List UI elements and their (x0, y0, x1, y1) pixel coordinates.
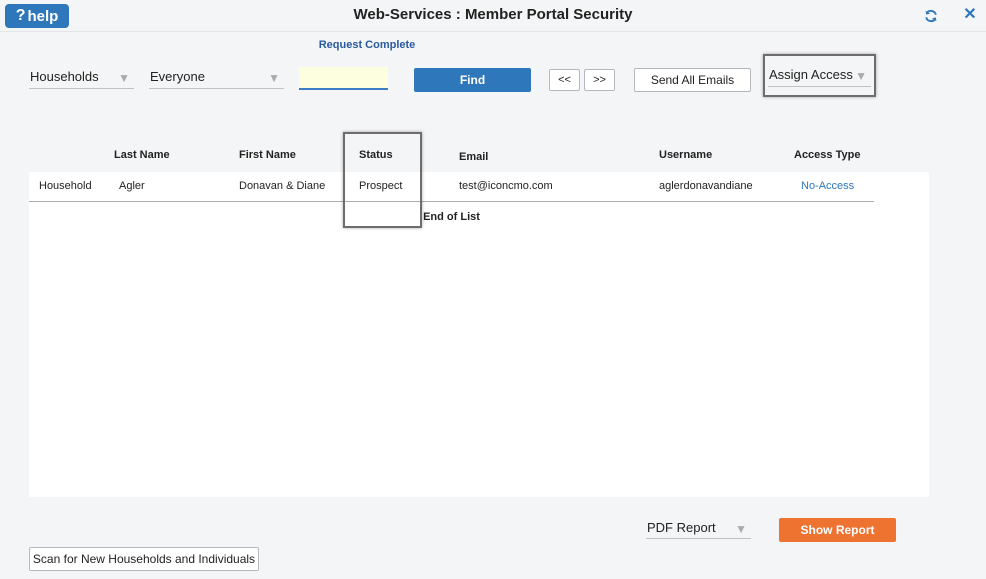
results-table: Household Agler Donavan & Diane Prospect… (29, 172, 929, 497)
row-type: Household (39, 180, 92, 192)
next-page-button[interactable]: >> (584, 69, 615, 91)
status-column-highlight (343, 132, 422, 228)
column-header-username[interactable]: Username (659, 149, 712, 161)
table-row[interactable]: Household Agler Donavan & Diane Prospect… (29, 172, 874, 202)
caret-down-icon: ▼ (735, 522, 747, 536)
refresh-icon[interactable] (921, 6, 941, 26)
search-input[interactable] (299, 67, 388, 90)
caret-down-icon: ▼ (855, 69, 867, 83)
previous-page-button[interactable]: << (549, 69, 580, 91)
row-username: aglerdonavandiane (659, 180, 753, 192)
request-status-text: Request Complete (318, 39, 416, 51)
column-header-email[interactable]: Email (459, 151, 488, 163)
column-header-first-name[interactable]: First Name (239, 149, 296, 161)
audience-dropdown[interactable]: Everyone ▼ (149, 67, 284, 89)
close-icon[interactable]: ✕ (960, 5, 980, 25)
audience-dropdown-value: Everyone (150, 69, 205, 84)
assign-access-value: Assign Access (769, 67, 853, 82)
report-format-value: PDF Report (647, 520, 716, 535)
assign-access-dropdown[interactable]: Assign Access ▼ (768, 65, 871, 87)
caret-down-icon: ▼ (268, 71, 280, 85)
column-header-access-type[interactable]: Access Type (794, 149, 860, 161)
group-dropdown[interactable]: Households ▼ (29, 67, 134, 89)
column-header-last-name[interactable]: Last Name (114, 149, 170, 161)
end-of-list-text: End of List (423, 211, 480, 223)
page-title: Web-Services : Member Portal Security (353, 6, 633, 23)
scan-households-button[interactable]: Scan for New Households and Individuals (29, 547, 259, 571)
row-first-name: Donavan & Diane (239, 180, 326, 192)
row-email: test@iconcmo.com (459, 180, 553, 192)
report-format-dropdown[interactable]: PDF Report ▼ (646, 518, 751, 539)
send-all-emails-button[interactable]: Send All Emails (634, 68, 751, 92)
group-dropdown-value: Households (30, 69, 99, 84)
row-last-name: Agler (119, 180, 145, 192)
show-report-button[interactable]: Show Report (779, 518, 896, 542)
row-access-type-link[interactable]: No-Access (801, 180, 854, 192)
caret-down-icon: ▼ (118, 71, 130, 85)
title-bar: ? help Web-Services : Member Portal Secu… (0, 0, 986, 32)
find-button[interactable]: Find (414, 68, 531, 92)
